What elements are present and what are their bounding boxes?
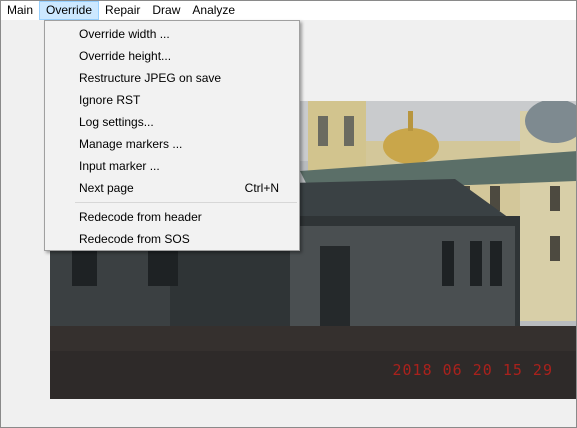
menu-item-next-page[interactable]: Next page Ctrl+N — [45, 177, 299, 199]
menu-item-input-marker[interactable]: Input marker ... — [45, 155, 299, 177]
menu-repair[interactable]: Repair — [99, 1, 146, 20]
menu-item-ignore-rst[interactable]: Ignore RST — [45, 89, 299, 111]
override-dropdown-menu: Override width ... Override height... Re… — [44, 20, 300, 251]
menu-item-label: Log settings... — [79, 115, 154, 129]
menu-main[interactable]: Main — [1, 1, 39, 20]
menu-item-restructure-jpeg[interactable]: Restructure JPEG on save — [45, 67, 299, 89]
menu-item-label: Override height... — [79, 49, 172, 63]
menu-draw[interactable]: Draw — [146, 1, 186, 20]
menu-item-manage-markers[interactable]: Manage markers ... — [45, 133, 299, 155]
app-window: Main Override Repair Draw Analyze 2018 0… — [0, 0, 577, 428]
menu-separator — [75, 202, 297, 203]
menu-item-override-height[interactable]: Override height... — [45, 45, 299, 67]
menu-item-label: Restructure JPEG on save — [79, 71, 222, 85]
menu-item-label: Redecode from SOS — [79, 232, 190, 246]
menu-item-redecode-sos[interactable]: Redecode from SOS — [45, 228, 299, 250]
menu-analyze[interactable]: Analyze — [186, 1, 241, 20]
menu-item-label: Input marker ... — [79, 159, 160, 173]
menu-item-label: Ignore RST — [79, 93, 141, 107]
photo-timestamp: 2018 06 20 15 29 — [392, 361, 553, 379]
menu-item-label: Override width ... — [79, 27, 170, 41]
menu-item-label: Manage markers ... — [79, 137, 183, 151]
menu-item-label: Next page — [79, 181, 134, 195]
menu-item-log-settings[interactable]: Log settings... — [45, 111, 299, 133]
menu-item-shortcut: Ctrl+N — [244, 181, 279, 195]
menu-override[interactable]: Override — [39, 1, 100, 20]
menu-item-redecode-header[interactable]: Redecode from header — [45, 206, 299, 228]
menu-item-label: Redecode from header — [79, 210, 202, 224]
menu-item-override-width[interactable]: Override width ... — [45, 23, 299, 45]
menu-bar: Main Override Repair Draw Analyze — [1, 1, 576, 20]
